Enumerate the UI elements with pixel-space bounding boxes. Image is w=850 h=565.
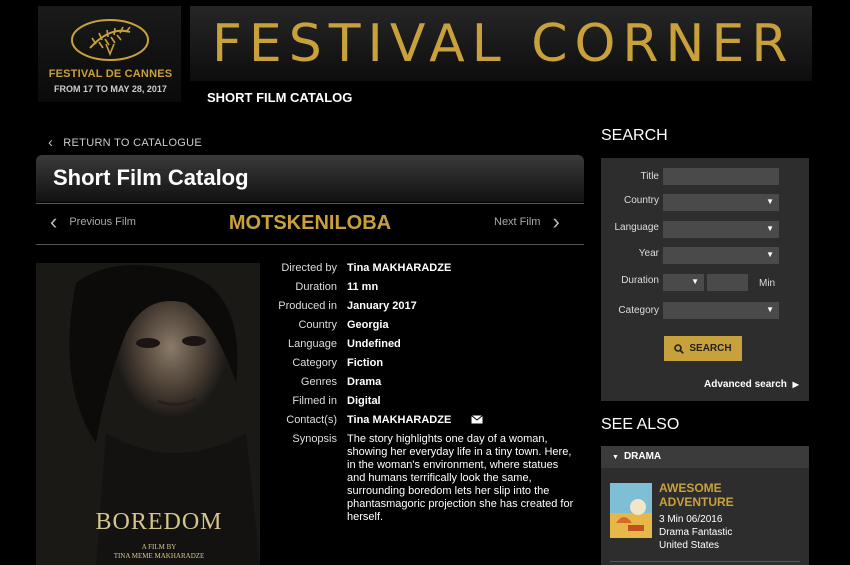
related-film-title[interactable]: AWESOME ADVENTURE bbox=[659, 481, 789, 509]
next-film-label: Next Film bbox=[494, 216, 541, 228]
genre-name: DRAMA bbox=[623, 451, 662, 462]
related-meta-line: United States bbox=[659, 540, 720, 551]
search-icon bbox=[674, 343, 685, 354]
category-label: Category bbox=[618, 305, 659, 316]
related-title-line: AWESOME bbox=[659, 481, 722, 495]
return-to-catalogue-link[interactable]: ‹ RETURN TO CATALOGUE bbox=[48, 134, 202, 151]
logo-name: FESTIVAL DE CANNES bbox=[48, 68, 173, 80]
poster-title: BOREDOM bbox=[95, 509, 223, 535]
triangle-down-icon: ▼ bbox=[612, 454, 619, 461]
film-title: MOTSKENILOBA bbox=[228, 212, 392, 234]
poster-credit: A FILM BY TINA MEME MAKHARADZE bbox=[36, 543, 282, 561]
detail-value: Georgia bbox=[347, 319, 389, 331]
duration-label: Duration bbox=[621, 275, 659, 286]
synopsis-text: The story highlights one day of a woman,… bbox=[347, 433, 574, 523]
detail-value: Digital bbox=[347, 395, 381, 407]
title-label: Title bbox=[640, 171, 659, 182]
poster-credit-line: TINA MEME MAKHARADZE bbox=[113, 552, 205, 560]
detail-label: Directed by bbox=[281, 262, 337, 274]
advanced-search-link[interactable]: Advanced search ▶ bbox=[704, 379, 799, 390]
logo-dates: FROM 17 TO MAY 28, 2017 bbox=[54, 84, 167, 94]
previous-film-label: Previous Film bbox=[69, 216, 136, 228]
search-panel: Title Country ▼ Language ▼ Year ▼ Durati… bbox=[601, 158, 809, 401]
detail-value: Tina MAKHARADZE bbox=[347, 414, 452, 426]
year-label: Year bbox=[638, 248, 659, 259]
detail-label: Produced in bbox=[278, 300, 337, 312]
dropdown-arrow-icon: ▼ bbox=[766, 197, 774, 206]
divider bbox=[36, 203, 584, 204]
chevron-right-icon: › bbox=[552, 209, 560, 234]
search-button-label: SEARCH bbox=[689, 343, 732, 354]
catalog-title: Short Film Catalog bbox=[53, 165, 249, 190]
see-also-heading: SEE ALSO bbox=[601, 416, 680, 433]
dropdown-arrow-icon: ▼ bbox=[766, 305, 774, 314]
duration-unit: Min bbox=[759, 278, 776, 289]
related-title-line: ADVENTURE bbox=[659, 495, 734, 509]
country-label: Country bbox=[623, 195, 659, 206]
detail-label: Category bbox=[292, 357, 337, 369]
return-label: RETURN TO CATALOGUE bbox=[63, 136, 203, 149]
poster-credit-line: A FILM BY bbox=[141, 543, 177, 551]
banner-title: FESTIVAL CORNER bbox=[212, 14, 795, 74]
title-input[interactable] bbox=[663, 168, 779, 185]
detail-label: Contact(s) bbox=[286, 414, 337, 426]
palm-emblem-icon bbox=[71, 19, 149, 61]
related-meta-line: 3 Min 06/2016 bbox=[659, 514, 723, 525]
duration-input[interactable] bbox=[707, 274, 748, 291]
detail-value: Fiction bbox=[347, 357, 384, 369]
dropdown-arrow-icon: ▼ bbox=[691, 277, 699, 286]
thumbnail-image bbox=[610, 483, 652, 538]
language-select[interactable]: ▼ bbox=[663, 221, 779, 238]
year-select[interactable]: ▼ bbox=[663, 247, 779, 264]
chevron-left-icon: ‹ bbox=[50, 209, 58, 234]
detail-value: Tina MAKHARADZE bbox=[347, 262, 452, 274]
divider bbox=[36, 244, 584, 245]
search-heading: SEARCH bbox=[601, 127, 668, 144]
previous-film-link[interactable]: ‹ Previous Film bbox=[50, 209, 136, 234]
section-title[interactable]: SHORT FILM CATALOG bbox=[207, 90, 352, 105]
related-film-thumbnail[interactable] bbox=[610, 483, 652, 538]
divider bbox=[610, 561, 800, 562]
dropdown-arrow-icon: ▼ bbox=[766, 250, 774, 259]
detail-value: January 2017 bbox=[347, 300, 417, 312]
genre-label[interactable]: ▼ DRAMA bbox=[612, 451, 661, 462]
detail-label: Genres bbox=[300, 376, 337, 388]
detail-label: Synopsis bbox=[292, 433, 337, 445]
detail-value: Drama bbox=[347, 376, 382, 388]
related-meta-line: Drama Fantastic bbox=[659, 527, 733, 538]
detail-label: Duration bbox=[295, 281, 337, 293]
next-film-link[interactable]: Next Film › bbox=[494, 209, 560, 234]
duration-select[interactable]: ▼ bbox=[663, 274, 704, 291]
mail-icon[interactable] bbox=[471, 415, 483, 427]
triangle-right-icon: ▶ bbox=[792, 380, 799, 389]
search-button[interactable]: SEARCH bbox=[664, 336, 742, 361]
detail-value: 11 mn bbox=[347, 281, 379, 293]
chevron-left-icon: ‹ bbox=[48, 134, 54, 151]
dropdown-arrow-icon: ▼ bbox=[766, 224, 774, 233]
detail-label: Filmed in bbox=[292, 395, 337, 407]
detail-label: Country bbox=[298, 319, 337, 331]
related-film-meta: 3 Min 06/2016 Drama Fantastic United Sta… bbox=[659, 513, 732, 552]
language-label: Language bbox=[614, 222, 660, 233]
detail-label: Language bbox=[288, 338, 337, 350]
country-select[interactable]: ▼ bbox=[663, 194, 779, 211]
detail-value: Undefined bbox=[347, 338, 401, 350]
category-select[interactable]: ▼ bbox=[663, 302, 779, 319]
advanced-search-label: Advanced search bbox=[704, 379, 787, 390]
